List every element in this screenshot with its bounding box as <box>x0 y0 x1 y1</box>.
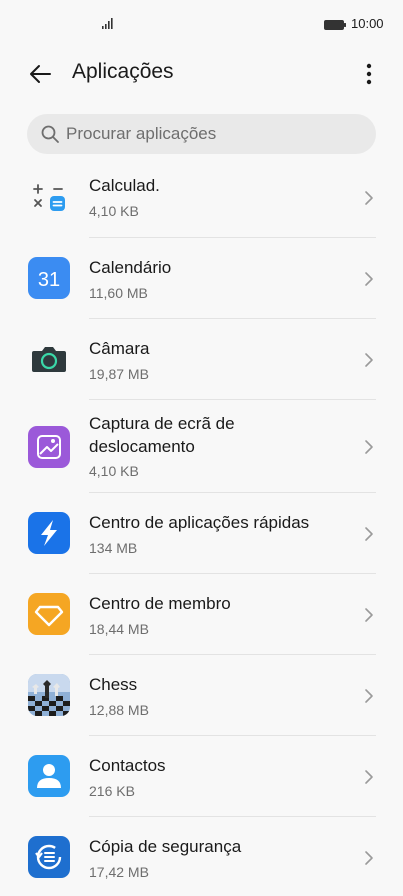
app-name: Captura de ecrã de deslocamento <box>89 414 235 456</box>
status-bar: 10:00 <box>0 0 403 48</box>
app-name: Câmara <box>89 339 150 358</box>
quick-apps-icon <box>28 512 70 554</box>
chevron-right-icon <box>365 353 373 367</box>
more-vertical-icon <box>366 63 372 85</box>
chevron-right-icon <box>365 689 373 703</box>
app-name: Chess <box>89 675 138 694</box>
app-size: 4,10 KB <box>89 203 139 219</box>
calculator-icon <box>33 184 65 211</box>
chevron-right-icon <box>365 272 373 286</box>
app-size: 11,60 MB <box>89 285 148 301</box>
list-item[interactable]: Centro de membro 18,44 MB <box>0 574 403 655</box>
app-name: Centro de membro <box>89 594 231 613</box>
calendar-day-text: 31 <box>38 269 60 291</box>
app-size: 18,44 MB <box>89 621 149 637</box>
chevron-right-icon <box>365 608 373 622</box>
calendar-icon: 31 <box>28 257 70 299</box>
chevron-right-icon <box>365 440 373 454</box>
status-time: 10:00 <box>351 16 384 31</box>
signal-icon <box>102 18 113 29</box>
list-item[interactable]: Calculad. 4,10 KB <box>0 160 403 238</box>
search-icon <box>40 124 60 144</box>
list-item[interactable]: Captura de ecrã de deslocamento 4,10 KB <box>0 400 403 493</box>
chevron-right-icon <box>365 527 373 541</box>
list-item[interactable]: 31 Calendário 11,60 MB <box>0 238 403 319</box>
app-size: 19,87 MB <box>89 366 149 382</box>
member-center-icon <box>28 593 70 635</box>
app-header: Aplicações <box>0 48 403 98</box>
chevron-right-icon <box>365 851 373 865</box>
app-list: Calculad. 4,10 KB 31 Calendário 11,60 MB… <box>0 160 403 896</box>
list-item[interactable]: Câmara 19,87 MB <box>0 319 403 400</box>
backup-icon <box>28 836 70 878</box>
list-item[interactable]: Contactos 216 KB <box>0 736 403 817</box>
back-button[interactable] <box>24 58 56 90</box>
search-input[interactable]: Procurar aplicações <box>27 114 376 154</box>
app-name: Calculad. <box>89 176 160 195</box>
chevron-right-icon <box>365 191 373 205</box>
page-title: Aplicações <box>72 60 174 83</box>
app-name: Cópia de segurança <box>89 837 242 856</box>
camera-icon <box>32 347 66 372</box>
app-size: 216 KB <box>89 783 135 799</box>
list-item[interactable]: Centro de aplicações rápidas 134 MB <box>0 493 403 574</box>
app-size: 4,10 KB <box>89 463 139 479</box>
scrolling-screenshot-icon <box>28 426 70 468</box>
app-size: 134 MB <box>89 540 138 556</box>
battery-icon <box>324 20 346 30</box>
list-item[interactable]: Chess 12,88 MB <box>0 655 403 736</box>
app-name: Contactos <box>89 756 166 775</box>
app-size: 17,42 MB <box>89 864 149 880</box>
more-options-button[interactable] <box>356 58 382 90</box>
app-size: 12,88 MB <box>89 702 149 718</box>
arrow-left-icon <box>30 65 51 83</box>
chess-icon <box>28 674 70 716</box>
app-name: Calendário <box>89 258 172 277</box>
list-item[interactable]: Cópia de segurança 17,42 MB <box>0 817 403 896</box>
contacts-icon <box>28 755 70 797</box>
search-placeholder: Procurar aplicações <box>66 124 217 143</box>
app-name: Centro de aplicações rápidas <box>89 513 310 532</box>
chevron-right-icon <box>365 770 373 784</box>
